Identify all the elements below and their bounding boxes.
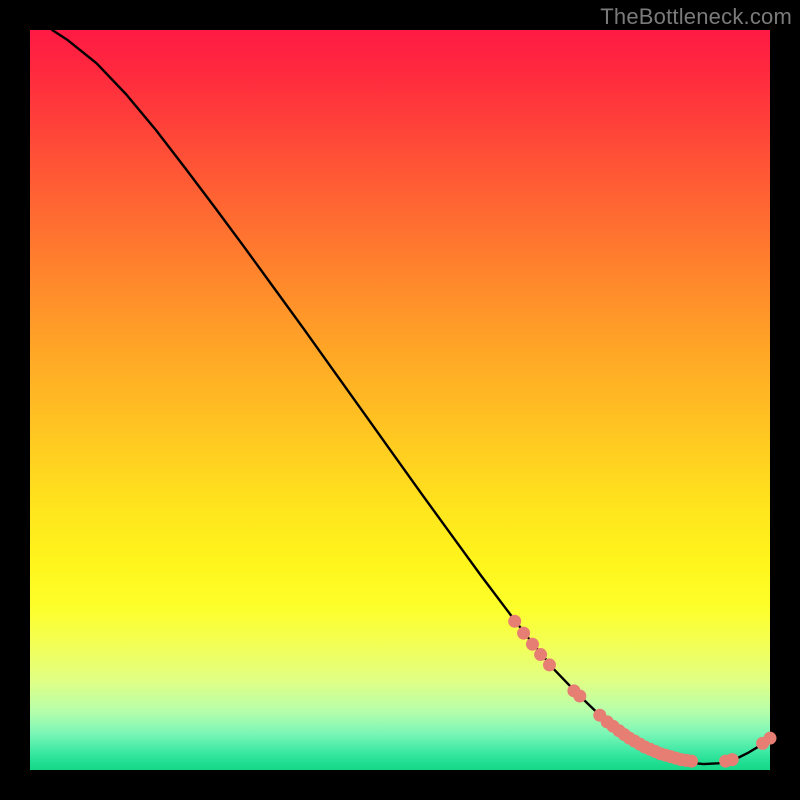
data-point bbox=[526, 638, 539, 651]
bottleneck-curve bbox=[52, 30, 770, 764]
data-point bbox=[764, 732, 777, 745]
watermark-text: TheBottleneck.com bbox=[600, 4, 792, 30]
data-point bbox=[726, 753, 739, 766]
chart-container: { "watermark": { "text": "TheBottleneck.… bbox=[0, 0, 800, 800]
data-point bbox=[543, 658, 556, 671]
data-point bbox=[685, 755, 698, 768]
data-point bbox=[508, 615, 521, 628]
data-point bbox=[517, 627, 530, 640]
data-point bbox=[573, 690, 586, 703]
data-point bbox=[534, 648, 547, 661]
chart-svg-overlay bbox=[30, 30, 770, 770]
scatter-points bbox=[508, 615, 776, 768]
